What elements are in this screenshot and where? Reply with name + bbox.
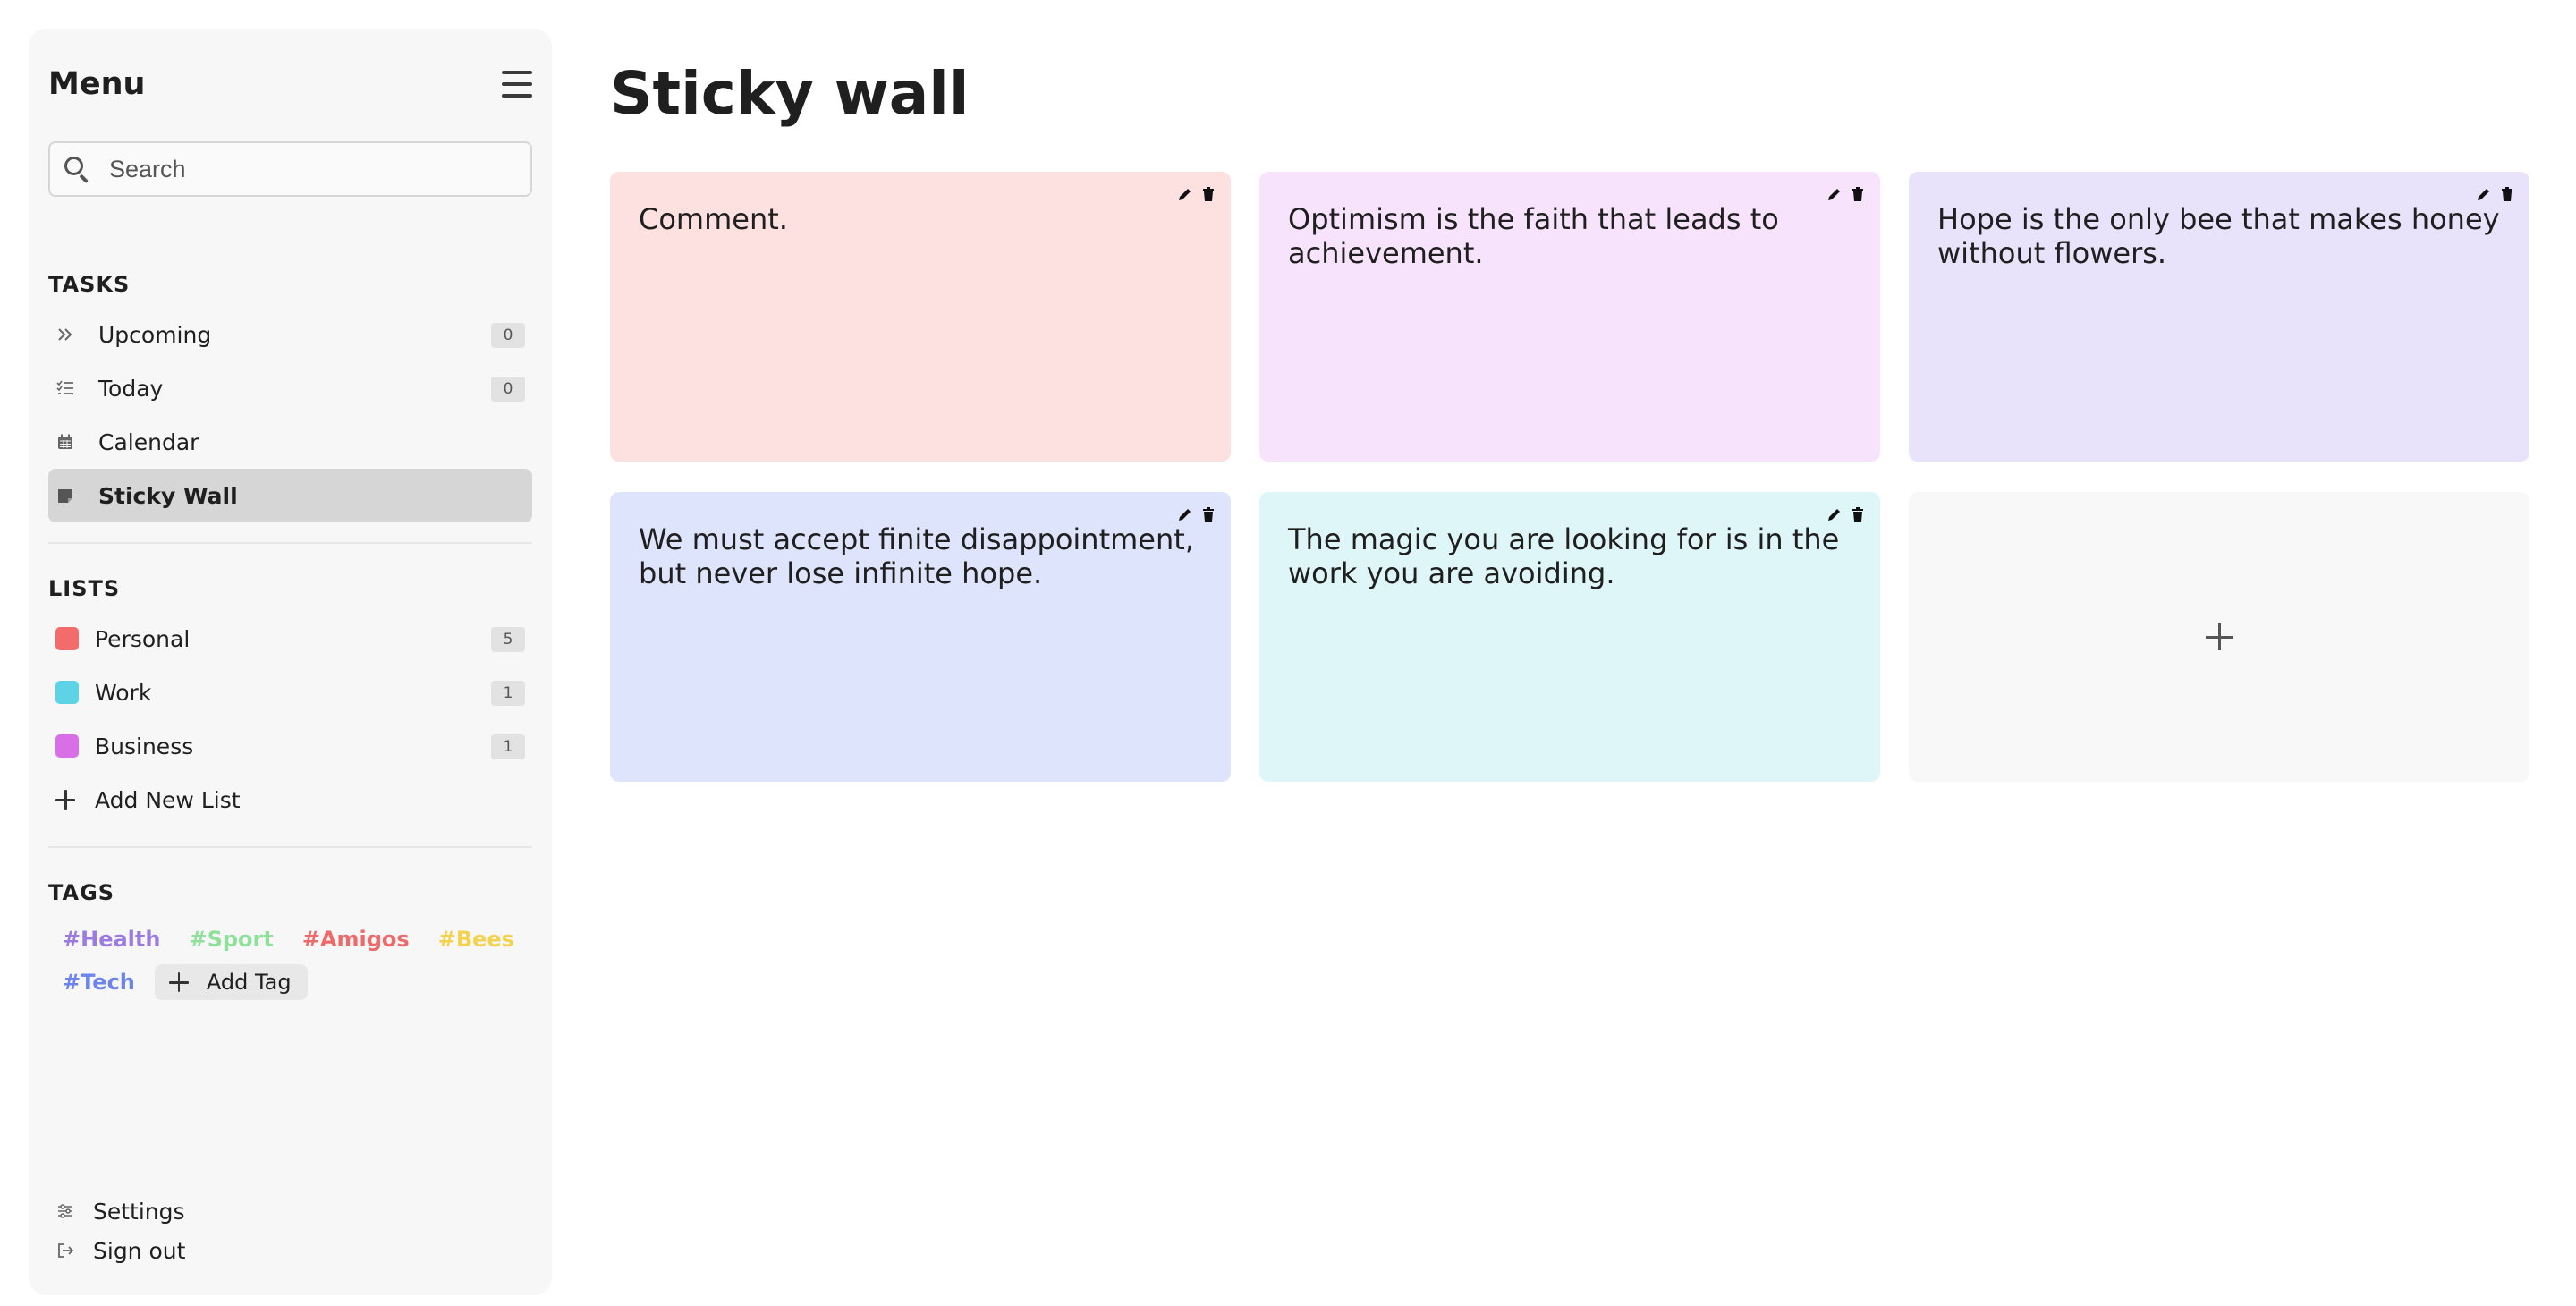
count-badge: 1 [491, 681, 525, 706]
sign-out-button[interactable]: Sign out [55, 1231, 185, 1270]
sidebar-item-label: Personal [95, 625, 191, 652]
sticky-note[interactable]: Optimism is the faith that leads to achi… [1259, 172, 1880, 462]
list-color-swatch [55, 681, 79, 704]
add-note-button[interactable] [1909, 492, 2529, 782]
count-badge: 5 [491, 627, 525, 652]
tag-tech[interactable]: #Tech [48, 964, 149, 1000]
sidebar-item-label: Work [95, 679, 152, 706]
double-chevron-right-icon [55, 325, 75, 344]
sticky-note[interactable]: Comment. [610, 172, 1231, 462]
count-badge: 0 [491, 377, 525, 402]
menu-header: Menu [48, 29, 532, 127]
lists-list: Personal 5 Work 1 Business 1 Add New Lis… [48, 612, 532, 827]
sign-out-label: Sign out [93, 1237, 186, 1264]
main-content: Sticky wall Comment. Optimism is the fai… [610, 54, 2533, 782]
note-text: Optimism is the faith that leads to achi… [1288, 202, 1779, 270]
settings-button[interactable]: Settings [55, 1192, 185, 1231]
sidebar-item-label: Today [98, 375, 164, 402]
add-new-list-button[interactable]: Add New List [48, 773, 532, 827]
trash-icon[interactable] [1850, 506, 1866, 522]
sliders-icon [55, 1201, 75, 1221]
add-tag-label: Add Tag [206, 970, 292, 995]
bottom-nav: Settings Sign out [55, 1192, 185, 1270]
edit-pencil-icon[interactable] [1826, 186, 1843, 202]
tag-amigos[interactable]: #Amigos [288, 921, 424, 957]
edit-pencil-icon[interactable] [1177, 506, 1193, 522]
calendar-icon [55, 432, 75, 452]
sticky-notes-grid: Comment. Optimism is the faith that lead… [610, 172, 2533, 782]
divider [48, 846, 532, 848]
note-text: The magic you are looking for is in the … [1288, 522, 1840, 590]
search-input[interactable] [109, 155, 503, 183]
sticky-note-icon [55, 486, 75, 505]
tag-sport[interactable]: #Sport [174, 921, 287, 957]
trash-icon[interactable] [1200, 506, 1216, 522]
sidebar-item-calendar[interactable]: Calendar [48, 415, 532, 469]
count-badge: 0 [491, 323, 525, 348]
tag-health[interactable]: #Health [48, 921, 174, 957]
note-actions [1826, 186, 1866, 202]
note-actions [1177, 506, 1216, 522]
sidebar-item-today[interactable]: Today 0 [48, 361, 532, 415]
sidebar-item-label: Calendar [98, 428, 199, 455]
tasks-section-label: TASKS [48, 272, 131, 297]
trash-icon[interactable] [2499, 186, 2515, 202]
sticky-note[interactable]: The magic you are looking for is in the … [1259, 492, 1880, 782]
trash-icon[interactable] [1850, 186, 1866, 202]
plus-icon [2206, 623, 2233, 650]
trash-icon[interactable] [1200, 186, 1216, 202]
divider [48, 542, 532, 544]
list-color-swatch [55, 627, 79, 650]
lists-section-label: LISTS [48, 576, 121, 601]
tags-section-label: TAGS [48, 880, 115, 905]
menu-title: Menu [48, 66, 146, 102]
sidebar-item-business[interactable]: Business 1 [48, 719, 532, 773]
sign-out-icon [55, 1241, 75, 1260]
sidebar-item-label: Sticky Wall [98, 482, 238, 509]
page-title: Sticky wall [610, 59, 970, 128]
tags-container: #Health #Sport #Amigos #Bees #Tech Add T… [48, 921, 532, 1000]
list-color-swatch [55, 734, 79, 758]
sticky-note[interactable]: We must accept finite disappointment, bu… [610, 492, 1231, 782]
plus-icon [168, 972, 189, 992]
count-badge: 1 [491, 734, 525, 759]
note-text: Comment. [639, 202, 788, 236]
note-actions [1177, 186, 1216, 202]
sidebar-item-work[interactable]: Work 1 [48, 666, 532, 719]
note-text: Hope is the only bee that makes honey wi… [1937, 202, 2500, 270]
note-actions [2476, 186, 2515, 202]
tag-bees[interactable]: #Bees [424, 921, 529, 957]
add-tag-button[interactable]: Add Tag [154, 964, 308, 1000]
note-text: We must accept finite disappointment, bu… [639, 522, 1194, 590]
edit-pencil-icon[interactable] [1177, 186, 1193, 202]
edit-pencil-icon[interactable] [2476, 186, 2492, 202]
sidebar-item-upcoming[interactable]: Upcoming 0 [48, 308, 532, 361]
sidebar-item-label: Upcoming [98, 321, 212, 348]
search-box[interactable] [48, 141, 532, 197]
add-list-label: Add New List [95, 786, 241, 813]
sidebar-item-label: Business [95, 733, 194, 759]
search-icon [63, 155, 91, 183]
settings-label: Settings [93, 1198, 185, 1225]
sidebar: Menu TASKS Upcoming 0 Today 0 Calendar [29, 29, 552, 1295]
checklist-icon [55, 378, 75, 398]
sticky-note[interactable]: Hope is the only bee that makes honey wi… [1909, 172, 2529, 462]
edit-pencil-icon[interactable] [1826, 506, 1843, 522]
note-actions [1826, 506, 1866, 522]
tasks-list: Upcoming 0 Today 0 Calendar Sticky Wall [48, 308, 532, 522]
sidebar-item-sticky-wall[interactable]: Sticky Wall [48, 469, 532, 522]
plus-icon [55, 790, 75, 810]
hamburger-menu-icon[interactable] [502, 71, 532, 98]
sidebar-item-personal[interactable]: Personal 5 [48, 612, 532, 666]
